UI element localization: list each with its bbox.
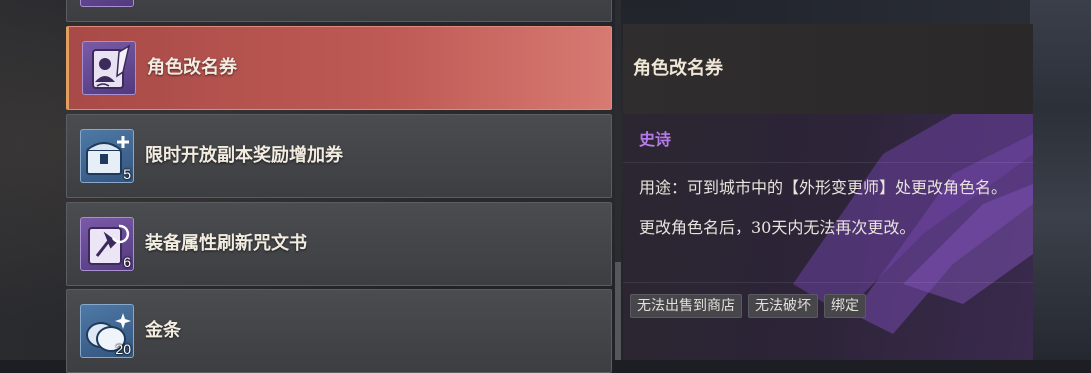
inventory-item-top-partial[interactable] xyxy=(66,0,612,22)
item-count: 20 xyxy=(115,341,131,357)
item-name: 限时开放副本奖励增加券 xyxy=(145,145,343,166)
rename-scroll-icon xyxy=(82,41,136,95)
tag-cannot-destroy: 无法破坏 xyxy=(748,294,818,318)
item-name: 装备属性刷新咒文书 xyxy=(145,233,307,254)
scrollbar-thumb[interactable] xyxy=(615,262,621,360)
item-description: 用途：可到城市中的【外形变更师】处更改角色名。 更改角色名后，30天内无法再次更… xyxy=(639,176,1009,240)
detail-header: 角色改名券 xyxy=(623,24,1033,114)
inventory-item-gold-bar[interactable]: 20 金条 xyxy=(66,289,612,373)
note-text: 更改角色名后，30天内无法再次更改。 xyxy=(639,218,916,237)
tag-bound: 绑定 xyxy=(824,294,866,318)
item-count: 6 xyxy=(123,254,131,270)
item-detail-panel: 角色改名券 史诗 用途：可到城市中的【外形变更师】处更改角色名。 更改角色名后，… xyxy=(623,24,1033,360)
list-scrollbar[interactable] xyxy=(615,0,621,360)
divider xyxy=(623,162,1033,163)
detail-title: 角色改名券 xyxy=(633,58,723,79)
usage-text: 用途：可到城市中的【外形变更师】处更改角色名。 xyxy=(639,178,1008,197)
gold-bar-icon: 20 xyxy=(80,304,134,358)
item-count: 5 xyxy=(123,166,131,182)
inventory-item-dungeon-reward-ticket[interactable]: 5 限时开放副本奖励增加券 xyxy=(66,114,612,198)
item-name: 角色改名券 xyxy=(147,57,237,78)
inventory-item-rename-ticket[interactable]: 角色改名券 xyxy=(66,26,612,110)
treasure-chest-icon: 5 xyxy=(80,129,134,183)
detail-body: 史诗 用途：可到城市中的【外形变更师】处更改角色名。 更改角色名后，30天内无法… xyxy=(623,114,1033,360)
scroll-icon xyxy=(80,0,134,7)
divider xyxy=(623,282,1033,283)
refresh-scroll-icon: 6 xyxy=(80,217,134,271)
rarity-label: 史诗 xyxy=(639,130,672,149)
background-wall xyxy=(1030,0,1091,360)
item-tags: 无法出售到商店 无法破坏 绑定 xyxy=(630,294,866,318)
tag-cannot-sell: 无法出售到商店 xyxy=(630,294,742,318)
inventory-list: 角色改名券 5 限时开放副本奖励增加券 6 装备属性刷新咒文书 20 金条 xyxy=(66,0,614,373)
inventory-item-equipment-refresh-scroll[interactable]: 6 装备属性刷新咒文书 xyxy=(66,202,612,286)
